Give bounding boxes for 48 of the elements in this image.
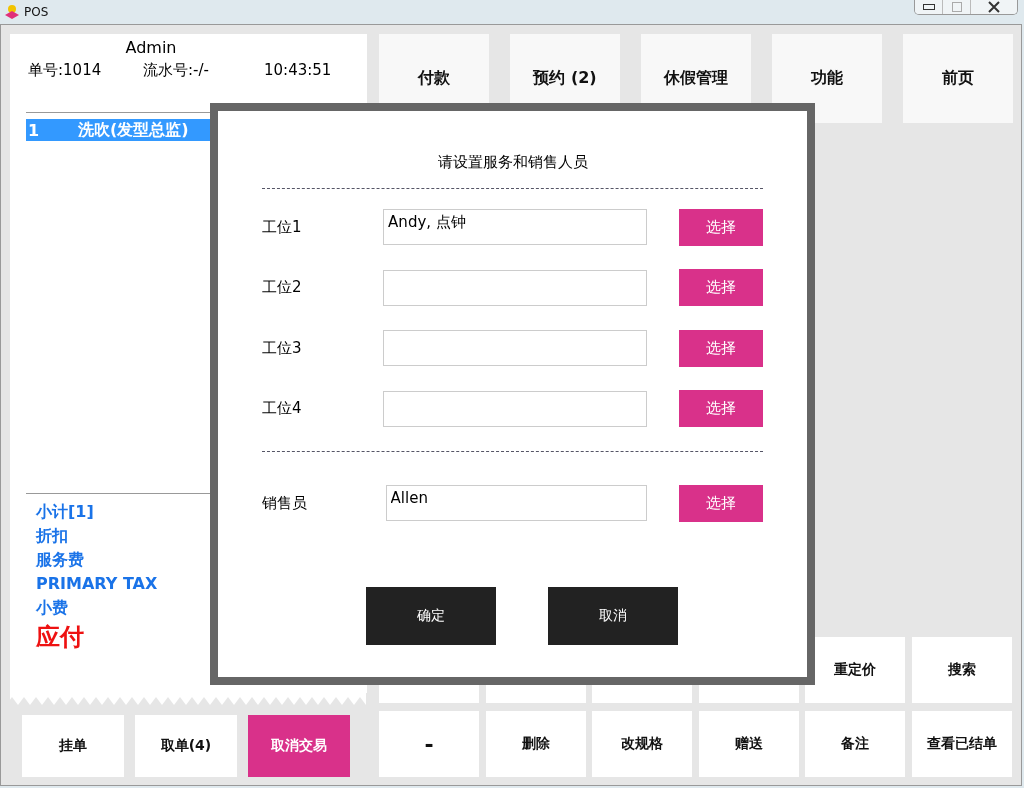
app-logo-icon [4,4,20,20]
close-button[interactable] [971,0,1017,14]
key-button[interactable]: 查看已结单 [911,711,1012,777]
station-label: 工位1 [262,217,303,237]
staff-field[interactable]: Andy, 点钟 [383,209,648,245]
function-button[interactable]: 前页 [903,34,1013,123]
summary-label: 小计[1] [36,501,94,523]
station-label: 工位4 [262,399,303,418]
key-button[interactable]: 改规格 [592,711,692,777]
summary-label: 应付 [36,622,84,653]
choose-button[interactable]: 选择 [679,208,763,246]
station-label: 工位3 [262,338,303,358]
summary-label: 服务费 [36,549,84,571]
order-number: 单号:1014 [28,61,103,80]
maximize-icon [951,2,962,12]
key-button[interactable]: 重定价 [805,637,905,703]
choose-button[interactable]: 选择 [679,329,763,367]
clock-time: 10:43:51 [264,61,332,80]
staff-field[interactable] [383,330,648,366]
summary-label: 折扣 [36,525,68,547]
action-button[interactable]: 取消交易 [248,715,350,777]
action-button[interactable]: 挂单 [22,715,124,777]
staff-field[interactable] [383,390,648,427]
choose-button[interactable]: 选择 [679,484,763,522]
station-label: 工位2 [262,278,303,297]
key-button[interactable]: 搜索 [911,637,1012,703]
window-title: POS [24,5,49,19]
operator-name: Admin [124,38,178,57]
salesperson-field[interactable]: Allen [385,485,648,521]
serial-number: 流水号:-/- [143,61,210,80]
key-button[interactable]: - [379,711,479,777]
dialog-button[interactable]: 取消 [548,587,678,645]
salesperson-label: 销售员 [262,493,308,513]
summary-label: PRIMARY TAX [36,573,158,595]
close-icon [988,1,1000,13]
choose-button[interactable]: 选择 [679,269,763,306]
staff-field[interactable] [383,269,648,306]
choose-button[interactable]: 选择 [679,390,763,427]
key-button[interactable]: 删除 [485,711,586,777]
minimize-icon [922,4,935,10]
key-button[interactable]: 备注 [805,711,905,777]
summary-label: 小费 [36,597,68,619]
action-button[interactable]: 取单(4) [135,715,237,777]
minimize-button[interactable] [915,0,943,14]
function-button[interactable]: 功能 [772,34,882,123]
key-button[interactable]: 赠送 [698,711,799,777]
dialog-title: 请设置服务和销售人员 [436,153,589,172]
dialog-button[interactable]: 确定 [366,587,496,645]
